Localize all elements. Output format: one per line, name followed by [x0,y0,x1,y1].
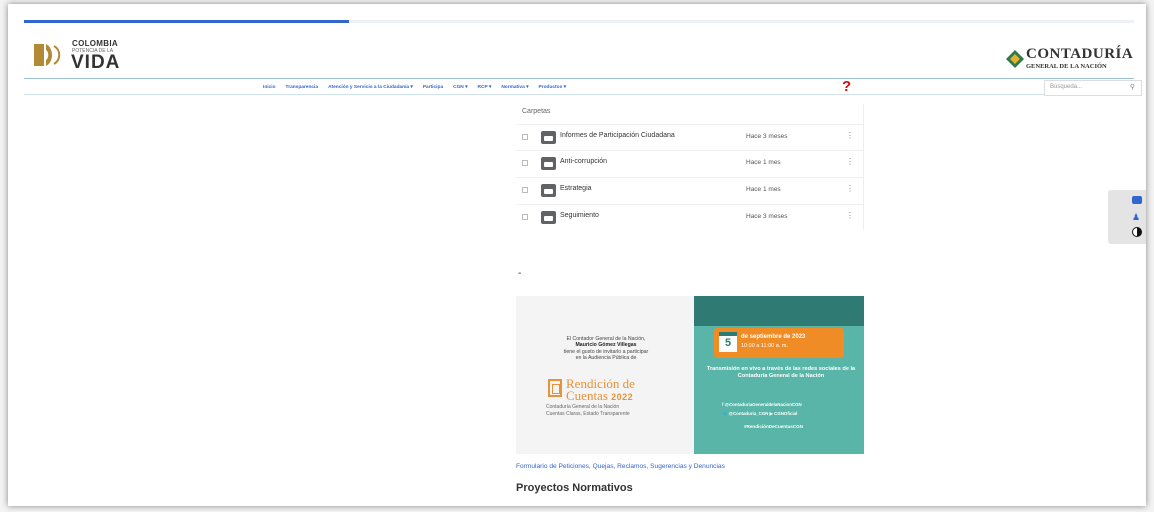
cgn-logo-line-2: GENERAL DE LA NACIÓN [1026,63,1107,70]
invite-line-3: en la Audiencia Pública de [575,355,637,362]
more-options-icon[interactable]: ⋮ [846,157,854,166]
chat-icon[interactable] [1132,196,1142,204]
nav-item-cgn[interactable]: CGN ▾ [453,85,467,90]
folder-checkbox[interactable] [522,160,528,166]
folder-date: Hace 3 meses [746,213,788,220]
nav-bottom-divider [24,94,1134,95]
nav-item-inicio[interactable]: Inicio [263,85,276,90]
more-options-icon[interactable]: ⋮ [846,131,854,140]
folder-date: Hace 1 mes [746,159,781,166]
help-icon[interactable]: ? [842,78,851,95]
search-icon[interactable]: ⚲ [1130,83,1135,91]
banner-right-top [694,296,864,326]
colombia-mark-icon [34,44,61,66]
browser-frame: COLOMBIA POTENCIA DE LA VIDA CONTADURÍA … [8,4,1146,506]
cgn-logo[interactable]: CONTADURÍA GENERAL DE LA NACIÓN [1004,46,1134,74]
folder-name[interactable]: Seguimiento [560,212,599,219]
invite-name: Mauricio Gómez Villegas [575,342,637,349]
rendicion-cuentas: Cuentas [566,388,608,403]
folder-name[interactable]: Informes de Participación Ciudadana [560,132,675,139]
logo-line-1: COLOMBIA [72,39,118,48]
nav-item-rcp[interactable]: RCP ▾ [478,85,492,90]
folder-name[interactable]: Anti-corrupción [560,158,607,165]
nav-item-atencion[interactable]: Atención y Servicio a la Ciudadanía ▾ [328,85,413,90]
rendicion-logo-icon [548,379,562,397]
folder-row[interactable]: Anti-corrupción Hace 1 mes ⋮ [516,150,864,176]
banner-invitation: El Contador General de la Nación, Mauric… [530,336,682,362]
section-separator: - [518,268,522,279]
projects-heading: Proyectos Normativos [516,482,633,494]
gov-bar-rest [349,20,1134,23]
rendicion-banner[interactable]: El Contador General de la Nación, Mauric… [516,296,864,454]
rendicion-sub-2: Cuentas Claras, Estado Transparente [546,411,630,417]
hashtag: #RendiciónDeCuentasCGN [744,424,803,429]
banner-left-panel [516,296,694,454]
folder-checkbox[interactable] [522,187,528,193]
folder-row[interactable]: Informes de Participación Ciudadana Hace… [516,124,864,150]
pqrsd-link[interactable]: Formulario de Peticiones, Quejas, Reclam… [516,463,725,470]
search-placeholder: Búsqueda... [1050,84,1083,90]
nav-item-transparencia[interactable]: Transparencia [286,85,319,90]
event-day: 5 [724,337,732,349]
social-twitter-youtube: 🐦 @Contaduria_CGN ▶ CGNOficial [722,411,798,416]
cgn-diamond-icon [1006,50,1024,68]
folder-icon [541,184,556,197]
folders-panel: Carpetas Informes de Participación Ciuda… [516,104,864,230]
cgn-logo-line-1: CONTADURÍA [1026,46,1134,62]
colombia-logo[interactable]: COLOMBIA POTENCIA DE LA VIDA [30,38,140,74]
folder-checkbox[interactable] [522,214,528,220]
folder-date: Hace 1 mes [746,186,781,193]
folder-row[interactable]: Estrategia Hace 1 mes ⋮ [516,177,864,203]
contrast-icon[interactable] [1132,227,1142,237]
accessibility-icon[interactable]: ♟ [1132,212,1140,223]
event-date-text: de septiembre de 2023 [741,334,806,340]
calendar-icon: 5 [719,332,737,352]
more-options-icon[interactable]: ⋮ [846,211,854,220]
nav-item-productos[interactable]: Productos ▾ [539,85,566,90]
gov-bar-accent [24,20,349,23]
search-input[interactable]: Búsqueda... ⚲ [1044,80,1142,96]
rendicion-year: 2022 [611,392,634,402]
folder-name[interactable]: Estrategia [560,185,592,192]
nav-top-divider [24,78,1134,79]
folder-date: Hace 3 meses [746,133,788,140]
nav-item-normativa[interactable]: Normativa ▾ [501,85,528,90]
transmission-text: Transmisión en vivo a través de las rede… [706,366,856,379]
folder-row[interactable]: Seguimiento Hace 3 meses ⋮ [516,204,864,230]
folders-heading: Carpetas [522,108,551,115]
folder-icon [541,211,556,224]
folder-icon [541,157,556,170]
event-time: 10:00 a 11:00 a. m. [741,343,788,349]
folder-icon [541,131,556,144]
rendicion-sub-1: Contaduría General de la Nación [546,404,620,410]
event-date-box: 5 de septiembre de 2023 10:00 a 11:00 a.… [714,328,844,358]
folder-checkbox[interactable] [522,134,528,140]
logo-line-3: VIDA [71,52,121,73]
main-nav: Inicio Transparencia Atención y Servicio… [263,82,566,92]
social-facebook: f @ContaduriaGeneraldelaNacionCGN [722,402,802,407]
more-options-icon[interactable]: ⋮ [846,184,854,193]
accessibility-toolbar: ♟ [1108,190,1146,244]
rendicion-title-2: Cuentas 2022 [566,389,633,404]
gov-top-bar [24,20,1134,26]
nav-item-participa[interactable]: Participa [423,85,443,90]
